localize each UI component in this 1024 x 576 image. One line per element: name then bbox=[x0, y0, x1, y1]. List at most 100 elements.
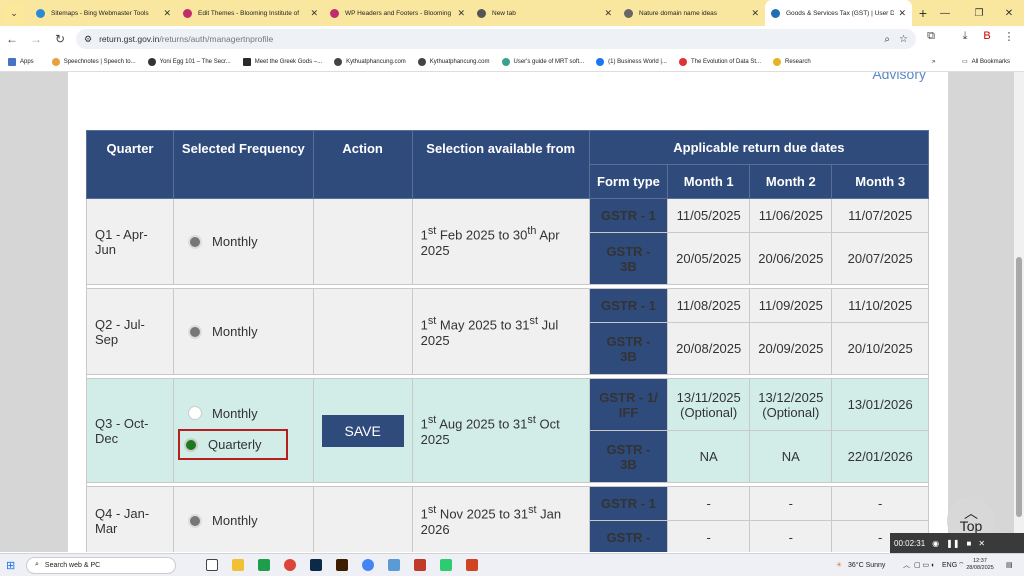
monthly-radio[interactable] bbox=[188, 513, 203, 528]
header-month2: Month 2 bbox=[749, 164, 833, 199]
reload-icon[interactable]: ↻ bbox=[48, 32, 72, 46]
more-bookmarks-icon[interactable]: » bbox=[932, 59, 935, 65]
bookmark-label: Apps bbox=[20, 58, 34, 65]
back-icon[interactable]: ← bbox=[0, 32, 24, 46]
form-type-cell: GSTR - 1 bbox=[588, 486, 669, 521]
forward-icon[interactable]: → bbox=[24, 32, 48, 46]
bookmarks-bar: Apps Speechnotes | Speech to... Yoni Egg… bbox=[0, 52, 1024, 72]
bookmark-label: Kythuatphancung.com bbox=[429, 58, 490, 65]
zoom-icon[interactable]: ⌕ bbox=[884, 34, 890, 45]
tab-wp-headers[interactable]: WP Headers and Footers - Blooming ✕ bbox=[324, 0, 471, 26]
monthly-radio[interactable] bbox=[188, 324, 203, 339]
taskbar-search[interactable]: ⌕ Search web & PC bbox=[26, 556, 176, 574]
tab-label: New tab bbox=[492, 9, 516, 17]
close-tab-icon[interactable]: ✕ bbox=[898, 8, 906, 19]
profile-icon[interactable]: B bbox=[978, 30, 996, 42]
pause-icon[interactable]: ❚❚ bbox=[946, 539, 959, 548]
bookmark-speechnotes[interactable]: Speechnotes | Speech to... bbox=[51, 57, 136, 66]
notification-icon[interactable]: ▤ bbox=[1006, 561, 1013, 569]
tab-gst[interactable]: Goods & Services Tax (GST) | User D ✕ bbox=[765, 0, 912, 26]
minimize-icon[interactable]: — bbox=[930, 0, 960, 26]
form-type-cell: GSTR - bbox=[588, 520, 669, 552]
quarter-cell: Q1 - Apr-Jun bbox=[85, 198, 175, 285]
form-type-cell: GSTR - 3B bbox=[588, 322, 669, 375]
illustrator-icon[interactable] bbox=[336, 559, 348, 571]
availability-sup: st bbox=[528, 504, 537, 517]
advisory-link[interactable]: Advisory bbox=[872, 72, 926, 82]
bookmark-data-storage[interactable]: The Evolution of Data St... bbox=[678, 57, 761, 66]
site-info-icon[interactable]: ⚙ bbox=[84, 34, 92, 45]
due-date-cell: 11/07/2025 bbox=[831, 198, 929, 233]
tab-search-button[interactable]: ⌄ bbox=[4, 3, 24, 23]
extensions-icon[interactable]: ⧉ bbox=[922, 30, 940, 43]
frequency-label: Monthly bbox=[212, 234, 258, 249]
chrome-icon[interactable] bbox=[284, 559, 296, 571]
bookmark-yoni-egg[interactable]: Yoni Egg 101 – The Secr... bbox=[147, 57, 231, 66]
app-green-icon[interactable] bbox=[258, 559, 270, 571]
tab-edit-themes[interactable]: Edit Themes - Blooming Institute of ✕ bbox=[177, 0, 324, 26]
file-explorer-icon[interactable] bbox=[232, 559, 244, 571]
bookmark-kythuat-1[interactable]: Kythuatphancung.com bbox=[334, 57, 406, 66]
monthly-radio[interactable] bbox=[188, 406, 203, 420]
bookmark-kythuat-2[interactable]: Kythuatphancung.com bbox=[417, 57, 490, 66]
close-tab-icon[interactable]: ✕ bbox=[163, 8, 171, 19]
stop-icon[interactable]: ■ bbox=[967, 539, 972, 548]
scroll-thumb[interactable] bbox=[1016, 257, 1022, 517]
taskbar-search-label: Search web & PC bbox=[44, 561, 101, 569]
tab-bing[interactable]: Sitemaps - Bing Webmaster Tools ✕ bbox=[30, 0, 177, 26]
window-close-icon[interactable]: ✕ bbox=[994, 0, 1024, 26]
weather-text[interactable]: 36°C Sunny bbox=[848, 562, 885, 569]
all-bookmarks[interactable]: ▭ All Bookmarks bbox=[962, 58, 1010, 66]
gst-favicon-icon bbox=[771, 8, 780, 18]
recorder-time: 00:02:31 bbox=[894, 538, 926, 548]
bookmark-mrt-guide[interactable]: User's guide of MRT soft... bbox=[501, 57, 584, 66]
task-view-icon[interactable] bbox=[206, 559, 218, 571]
chrome-profile-icon[interactable] bbox=[362, 559, 374, 571]
bookmark-star-icon[interactable]: ☆ bbox=[899, 34, 908, 45]
quarterly-radio[interactable] bbox=[184, 437, 199, 452]
facebook-icon bbox=[596, 57, 605, 66]
availability-cell: 1st Aug 2025 to 31st Oct 2025 bbox=[411, 378, 590, 483]
app-icon[interactable] bbox=[388, 559, 400, 571]
app-icon[interactable] bbox=[440, 559, 452, 571]
download-icon[interactable]: ⤓ bbox=[956, 30, 974, 43]
restore-icon[interactable]: ❐ bbox=[964, 0, 994, 26]
clock[interactable]: 12:37 28/08/2025 bbox=[964, 558, 996, 572]
bookmark-apps[interactable]: Apps bbox=[8, 57, 34, 66]
bookmark-business-world[interactable]: (1) Business World |... bbox=[596, 57, 667, 66]
due-date-cell: - bbox=[831, 486, 929, 521]
tray-chevron-icon[interactable]: ︿ bbox=[903, 560, 910, 570]
language-indicator[interactable]: ENG bbox=[942, 562, 957, 569]
tab-strip: ⌄ Sitemaps - Bing Webmaster Tools ✕ Edit … bbox=[0, 0, 1024, 26]
bookmark-greek-gods[interactable]: Meet the Greek Gods –... bbox=[242, 57, 322, 66]
app-icon[interactable] bbox=[414, 559, 426, 571]
due-date-cell: - bbox=[749, 486, 833, 521]
menu-icon[interactable]: ⋮ bbox=[1000, 30, 1018, 43]
page-scrollbar[interactable] bbox=[1014, 72, 1024, 552]
camera-icon[interactable]: ◉ bbox=[932, 539, 939, 548]
action-cell: SAVE bbox=[312, 378, 413, 483]
tab-new-tab[interactable]: New tab ✕ bbox=[471, 0, 618, 26]
due-date-cell: 13/11/2025 (Optional) bbox=[667, 378, 751, 431]
quarterly-option-highlight: Quarterly bbox=[178, 429, 289, 460]
save-button[interactable]: SAVE bbox=[321, 414, 404, 447]
close-tab-icon[interactable]: ✕ bbox=[751, 8, 759, 19]
address-bar[interactable]: ⚙ return.gst.gov.in/returns/auth/manager… bbox=[76, 29, 916, 49]
quarterly-option-label: Quarterly bbox=[208, 437, 262, 452]
tab-nature-domain[interactable]: Nature domain name ideas ✕ bbox=[618, 0, 765, 26]
form-type-cell: GSTR - 3B bbox=[588, 430, 669, 483]
url-host: return.gst.gov.in bbox=[99, 34, 160, 44]
powerpoint-icon[interactable] bbox=[466, 559, 478, 571]
bookmark-research[interactable]: Research bbox=[773, 57, 811, 66]
screen-recorder-bar: 00:02:31 ◉ ❚❚ ■ ✕ bbox=[890, 533, 1024, 553]
close-tab-icon[interactable]: ✕ bbox=[457, 8, 465, 19]
close-tab-icon[interactable]: ✕ bbox=[310, 8, 318, 19]
photoshop-icon[interactable] bbox=[310, 559, 322, 571]
monthly-radio[interactable] bbox=[188, 234, 203, 249]
close-recorder-icon[interactable]: ✕ bbox=[978, 539, 985, 548]
windows-start-icon[interactable]: ⊞ bbox=[6, 559, 15, 572]
tray-icons[interactable]: ▢ ▭ ◐ bbox=[914, 561, 935, 569]
action-cell bbox=[312, 288, 413, 375]
close-tab-icon[interactable]: ✕ bbox=[604, 8, 612, 19]
due-date-cell: 11/06/2025 bbox=[749, 198, 833, 233]
